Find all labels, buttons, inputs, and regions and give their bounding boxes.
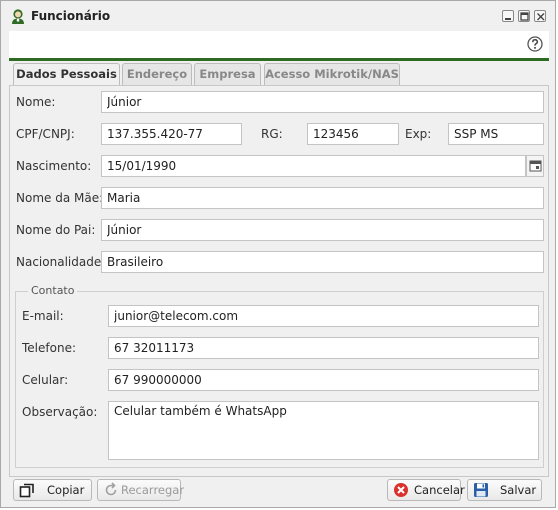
save-icon xyxy=(474,483,488,497)
telefone-label: Telefone: xyxy=(22,341,76,355)
copy-icon xyxy=(19,483,34,498)
tab-endereco[interactable]: Endereço xyxy=(122,63,192,85)
cancelar-label: Cancelar xyxy=(414,483,465,497)
celular-label: Celular: xyxy=(22,373,69,387)
tab-acesso-mikrotik[interactable]: Acesso Mikrotik/NAS xyxy=(264,63,400,85)
calendar-button[interactable] xyxy=(526,155,544,177)
copiar-button[interactable]: Copiar xyxy=(13,479,92,501)
email-field[interactable] xyxy=(108,305,539,327)
email-label: E-mail: xyxy=(22,309,64,323)
copiar-label: Copiar xyxy=(47,483,85,497)
salvar-label: Salvar xyxy=(500,483,537,497)
tab-bar: Dados Pessoais Endereço Empresa Acesso M… xyxy=(9,63,549,86)
salvar-button[interactable]: Salvar xyxy=(467,479,542,501)
exp-label: Exp: xyxy=(405,127,432,141)
close-icon xyxy=(537,13,545,21)
cancel-icon xyxy=(394,483,408,497)
contato-legend: Contato xyxy=(28,284,78,297)
toolbar xyxy=(9,31,549,61)
observacao-field[interactable]: Celular também é WhatsApp xyxy=(108,401,539,460)
nome-label: Nome: xyxy=(16,95,56,109)
observacao-label: Observação: xyxy=(22,405,98,419)
nome-field[interactable] xyxy=(101,91,544,113)
mae-field[interactable] xyxy=(101,187,544,209)
telefone-field[interactable] xyxy=(108,337,539,359)
tab-dados-pessoais[interactable]: Dados Pessoais xyxy=(13,63,120,86)
rg-label: RG: xyxy=(261,127,283,141)
calendar-icon xyxy=(529,160,542,172)
cancelar-button[interactable]: Cancelar xyxy=(387,479,465,501)
mae-label: Nome da Mãe: xyxy=(16,191,104,205)
cpf-field[interactable] xyxy=(101,123,242,145)
reload-icon xyxy=(105,482,117,496)
employee-icon xyxy=(12,9,24,24)
recarregar-button[interactable]: Recarregar xyxy=(97,479,185,501)
nascimento-field[interactable] xyxy=(101,155,526,177)
window-title: Funcionário xyxy=(31,9,111,23)
nascimento-label: Nascimento: xyxy=(16,159,92,173)
exp-field[interactable] xyxy=(448,123,544,145)
maximize-icon xyxy=(520,12,529,21)
minimize-button[interactable] xyxy=(502,10,514,22)
tab-empresa[interactable]: Empresa xyxy=(194,63,261,85)
nacionalidade-field[interactable] xyxy=(101,251,544,273)
help-icon[interactable] xyxy=(527,36,543,52)
minimize-icon xyxy=(505,18,511,20)
title-bar[interactable]: Funcionário xyxy=(1,1,555,31)
nacionalidade-label: Nacionalidade: xyxy=(16,255,106,269)
rg-field[interactable] xyxy=(307,123,399,145)
contato-fieldset: Contato E-mail: Telefone: Celular: Obser… xyxy=(15,284,544,468)
recarregar-label: Recarregar xyxy=(121,483,185,497)
maximize-button[interactable] xyxy=(518,10,530,22)
pai-label: Nome do Pai: xyxy=(16,223,96,237)
employee-window: Funcionário Dados Pessoais Endereço Empr… xyxy=(0,0,556,508)
dados-pessoais-panel: Nome: CPF/CNPJ: RG: Exp: Nascimento: Nom… xyxy=(9,85,549,477)
celular-field[interactable] xyxy=(108,369,539,391)
close-button[interactable] xyxy=(534,10,546,22)
cpf-label: CPF/CNPJ: xyxy=(16,127,75,141)
pai-field[interactable] xyxy=(101,219,544,241)
